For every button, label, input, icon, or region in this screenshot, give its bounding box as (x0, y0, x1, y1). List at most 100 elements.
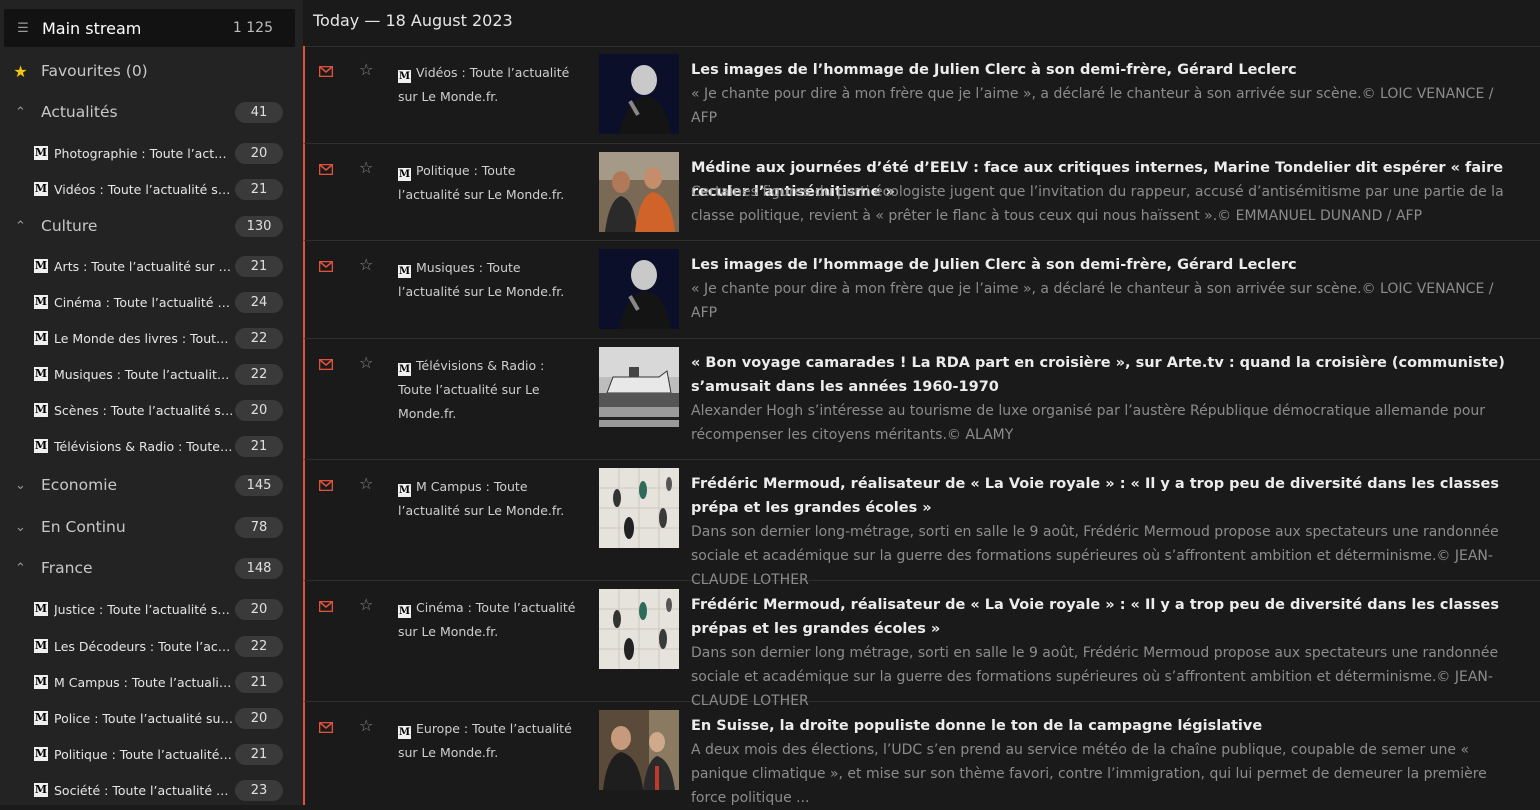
star-outline-icon[interactable]: ☆ (359, 255, 373, 274)
article-title[interactable]: Frédéric Mermoud, réalisateur de « La Vo… (691, 472, 1522, 520)
unread-count-badge: 22 (235, 363, 283, 385)
article-thumbnail[interactable] (599, 589, 679, 669)
article-title[interactable]: Frédéric Mermoud, réalisateur de « La Vo… (691, 593, 1522, 641)
category-france[interactable]: ⌃ France 148 (0, 552, 303, 584)
category-culture[interactable]: ⌃ Culture 130 (0, 210, 303, 242)
mail-unread-icon[interactable] (319, 722, 333, 733)
article-item[interactable]: ☆ M Europe : Toute l’actualité sur Le Mon… (303, 702, 1540, 806)
article-item[interactable]: ☆ M Télévisions & Radio : Toute l’actuali… (303, 339, 1540, 460)
star-outline-icon[interactable]: ☆ (359, 158, 373, 177)
mail-unread-icon[interactable] (319, 261, 333, 272)
article-source[interactable]: M Télévisions & Radio : Toute l’actualité… (398, 354, 578, 426)
feed-item[interactable]: M Arts : Toute l’actualité sur Le Monde.… (0, 250, 303, 282)
feed-item[interactable]: M Police : Toute l’actualité sur Le Mond… (0, 702, 303, 734)
mail-unread-icon[interactable] (319, 164, 333, 175)
article-thumbnail[interactable] (599, 54, 679, 134)
article-title[interactable]: En Suisse, la droite populiste donne le … (691, 714, 1522, 738)
le-monde-logo-icon: M (34, 259, 48, 273)
article-title[interactable]: « Bon voyage camarades ! La RDA part en … (691, 351, 1522, 399)
category-actualites[interactable]: ⌃ Actualités 41 (0, 96, 303, 128)
feed-item[interactable]: M Scènes : Toute l’actualité sur Le Mond… (0, 394, 303, 426)
star-outline-icon[interactable]: ☆ (359, 60, 373, 79)
le-monde-logo-icon: M (34, 783, 48, 797)
category-en-continu[interactable]: ⌄ En Continu 78 (0, 511, 303, 543)
article-source-label: M Campus : Toute l’actualité sur Le Mond… (398, 479, 565, 518)
feed-item[interactable]: M Société : Toute l’actualité sur Le Mon… (0, 774, 303, 805)
article-source-label: Télévisions & Radio : Toute l’actualité … (398, 358, 545, 421)
article-thumbnail[interactable] (599, 468, 679, 548)
unread-count-badge: 145 (235, 474, 283, 496)
star-outline-icon[interactable]: ☆ (359, 595, 373, 614)
feed-item[interactable]: M Politique : Toute l’actualité sur Le M… (0, 738, 303, 770)
article-source[interactable]: M Politique : Toute l’actualité sur Le Mo… (398, 159, 578, 207)
article-description: A deux mois des élections, l’UDC s’en pr… (691, 742, 1487, 806)
le-monde-logo-icon: M (398, 484, 411, 497)
star-outline-icon[interactable]: ☆ (359, 716, 373, 735)
unread-count-badge: 130 (235, 215, 283, 237)
feed-label: Arts : Toute l’actualité sur Le Monde.fr… (54, 258, 234, 274)
article-source[interactable]: M Cinéma : Toute l’actualité sur Le Monde… (398, 596, 578, 644)
main-stream-item[interactable]: ☰ Main stream 1 125 (4, 9, 295, 47)
unread-count-badge: 20 (235, 707, 283, 729)
feed-item[interactable]: M Cinéma : Toute l’actualité sur Le Mond… (0, 286, 303, 318)
chevron-up-icon[interactable]: ⌃ (0, 219, 41, 234)
feed-label: Télévisions & Radio : Toute l’actualité … (54, 438, 234, 454)
article-thumbnail[interactable] (599, 249, 679, 329)
article-thumbnail[interactable] (599, 347, 679, 427)
mail-unread-icon[interactable] (319, 601, 333, 612)
mail-unread-icon[interactable] (319, 66, 333, 77)
star-outline-icon[interactable]: ☆ (359, 353, 373, 372)
feed-label: Société : Toute l’actualité sur Le Monde… (54, 782, 234, 798)
article-item[interactable]: ☆ M Vidéos : Toute l’actualité sur Le Mon… (303, 46, 1540, 144)
main-stream-label: Main stream (42, 18, 142, 38)
article-source[interactable]: M Europe : Toute l’actualité sur Le Monde… (398, 717, 578, 765)
article-item[interactable]: ☆ MM Campus : Toute l’actualité sur Le M… (303, 460, 1540, 588)
main-stream-count: 1 125 (232, 20, 273, 36)
chevron-down-icon[interactable]: ⌄ (0, 478, 41, 493)
feed-label: Cinéma : Toute l’actualité sur Le Monde.… (54, 294, 234, 310)
unread-count-badge: 78 (235, 516, 283, 538)
feed-item[interactable]: M Le Monde des livres : Toute l’actualit… (0, 322, 303, 354)
le-monde-logo-icon: M (34, 639, 48, 653)
le-monde-logo-icon: M (34, 295, 48, 309)
chevron-up-icon[interactable]: ⌃ (0, 105, 41, 120)
feed-item[interactable]: M Justice : Toute l’actualité sur Le Mon… (0, 593, 303, 625)
article-item[interactable]: ☆ M Musiques : Toute l’actualité sur Le M… (303, 241, 1540, 339)
unread-count-badge: 21 (235, 743, 283, 765)
star-outline-icon[interactable]: ☆ (359, 474, 373, 493)
feed-item[interactable]: M Photographie : Toute l’actualité sur L… (0, 137, 303, 169)
unread-count-badge: 148 (235, 557, 283, 579)
article-source-label: Musiques : Toute l’actualité sur Le Mond… (398, 260, 565, 299)
feed-label: Justice : Toute l’actualité sur Le Monde… (54, 601, 234, 617)
feed-label: M Campus : Toute l’actualité sur Le Mond… (54, 674, 234, 690)
feed-item[interactable]: M Télévisions & Radio : Toute l’actualit… (0, 430, 303, 462)
article-source[interactable]: M Vidéos : Toute l’actualité sur Le Monde… (398, 61, 578, 109)
article-title[interactable]: Les images de l’hommage de Julien Clerc … (691, 58, 1522, 82)
article-thumbnail[interactable] (599, 710, 679, 790)
unread-count-badge: 22 (235, 635, 283, 657)
feed-item[interactable]: M Les Décodeurs : Toute l’actualité sur … (0, 630, 303, 662)
le-monde-logo-icon: M (398, 726, 411, 739)
le-monde-logo-icon: M (34, 711, 48, 725)
chevron-up-icon[interactable]: ⌃ (0, 561, 41, 576)
sidebar-item-favourites[interactable]: ★ Favourites (0) (0, 55, 303, 87)
article-item[interactable]: ☆ M Politique : Toute l’actualité sur Le … (303, 144, 1540, 241)
feed-item[interactable]: M Vidéos : Toute l’actualité sur Le Mond… (0, 173, 303, 205)
category-economie[interactable]: ⌄ Economie 145 (0, 469, 303, 501)
article-thumbnail[interactable] (599, 152, 679, 232)
chevron-down-icon[interactable]: ⌄ (0, 520, 41, 535)
unread-count-badge: 21 (235, 178, 283, 200)
unread-count-badge: 41 (235, 101, 283, 123)
mail-unread-icon[interactable] (319, 480, 333, 491)
feed-item[interactable]: M M Campus : Toute l’actualité sur Le Mo… (0, 666, 303, 698)
mail-unread-icon[interactable] (319, 359, 333, 370)
article-item[interactable]: ☆ M Cinéma : Toute l’actualité sur Le Mon… (303, 581, 1540, 709)
feed-item[interactable]: M Musiques : Toute l’actualité sur Le Mo… (0, 358, 303, 390)
le-monde-logo-icon: M (34, 331, 48, 345)
feed-label: Les Décodeurs : Toute l’actualité sur Le… (54, 638, 234, 654)
article-source[interactable]: MM Campus : Toute l’actualité sur Le Mon… (398, 475, 578, 523)
unread-count-badge: 20 (235, 399, 283, 421)
article-description: « Je chante pour dire à mon frère que je… (691, 86, 1494, 126)
article-source[interactable]: M Musiques : Toute l’actualité sur Le Mon… (398, 256, 578, 304)
article-title[interactable]: Les images de l’hommage de Julien Clerc … (691, 253, 1522, 277)
